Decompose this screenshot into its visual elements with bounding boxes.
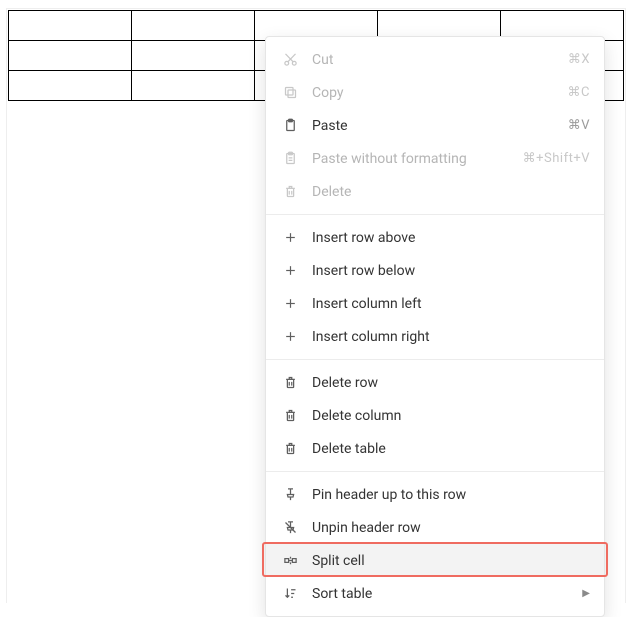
menu-item-insert-row-above[interactable]: Insert row above [266, 221, 604, 254]
menu-item-paste[interactable]: Paste ⌘V [266, 109, 604, 142]
plus-icon [280, 228, 300, 248]
menu-item-label: Paste [312, 118, 568, 134]
copy-icon [280, 83, 300, 103]
menu-item-delete-col[interactable]: Delete column [266, 399, 604, 432]
menu-item-sort-table[interactable]: Sort table ▶ [266, 577, 604, 610]
menu-item-insert-row-below[interactable]: Insert row below [266, 254, 604, 287]
pin-icon [280, 485, 300, 505]
menu-item-delete-row[interactable]: Delete row [266, 366, 604, 399]
trash-icon [280, 406, 300, 426]
plus-icon [280, 327, 300, 347]
menu-item-label: Delete row [312, 375, 590, 391]
trash-icon [280, 373, 300, 393]
menu-item-label: Pin header up to this row [312, 487, 590, 503]
menu-item-paste-plain[interactable]: Paste without formatting ⌘+Shift+V [266, 142, 604, 175]
menu-item-split-cell[interactable]: Split cell [266, 544, 604, 577]
menu-item-delete[interactable]: Delete [266, 175, 604, 208]
menu-item-copy[interactable]: Copy ⌘C [266, 76, 604, 109]
menu-item-pin-header[interactable]: Pin header up to this row [266, 478, 604, 511]
plus-icon [280, 261, 300, 281]
cut-icon [280, 50, 300, 70]
menu-item-label: Copy [312, 85, 568, 101]
context-menu: Cut ⌘X Copy ⌘C Paste ⌘V Paste without fo… [265, 36, 605, 617]
menu-separator [266, 471, 604, 472]
menu-item-label: Delete [312, 184, 590, 200]
plus-icon [280, 294, 300, 314]
menu-item-label: Sort table [312, 586, 574, 602]
menu-separator [266, 359, 604, 360]
paste-plain-icon [280, 149, 300, 169]
paste-icon [280, 116, 300, 136]
menu-item-label: Insert row below [312, 263, 590, 279]
menu-item-shortcut: ⌘C [568, 85, 590, 100]
menu-item-cut[interactable]: Cut ⌘X [266, 43, 604, 76]
split-icon [280, 551, 300, 571]
menu-item-label: Insert column left [312, 296, 590, 312]
menu-separator [266, 214, 604, 215]
menu-item-label: Insert row above [312, 230, 590, 246]
menu-item-label: Unpin header row [312, 520, 590, 536]
trash-icon [280, 182, 300, 202]
menu-item-label: Split cell [312, 553, 590, 569]
menu-item-shortcut: ⌘+Shift+V [523, 151, 590, 166]
menu-item-label: Delete column [312, 408, 590, 424]
menu-item-insert-col-left[interactable]: Insert column left [266, 287, 604, 320]
menu-item-unpin-header[interactable]: Unpin header row [266, 511, 604, 544]
menu-item-label: Insert column right [312, 329, 590, 345]
menu-item-label: Delete table [312, 441, 590, 457]
menu-item-insert-col-right[interactable]: Insert column right [266, 320, 604, 353]
menu-item-label: Cut [312, 52, 568, 68]
menu-item-shortcut: ⌘V [568, 118, 590, 133]
menu-item-shortcut: ⌘X [568, 52, 590, 67]
chevron-right-icon: ▶ [582, 588, 590, 599]
sort-icon [280, 584, 300, 604]
menu-item-label: Paste without formatting [312, 151, 523, 167]
menu-item-delete-table[interactable]: Delete table [266, 432, 604, 465]
unpin-icon [280, 518, 300, 538]
trash-icon [280, 439, 300, 459]
